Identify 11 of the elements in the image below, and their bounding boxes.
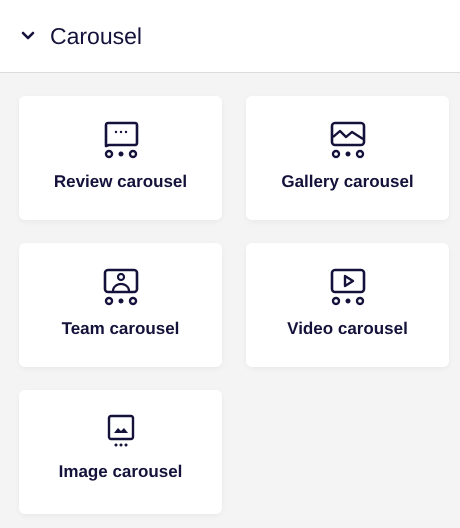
section-header[interactable]: Carousel	[0, 0, 460, 73]
chat-bubble-icon	[102, 120, 140, 160]
carousel-option-card[interactable]: Video carousel	[246, 243, 449, 367]
carousel-option-card[interactable]: Team carousel	[19, 243, 222, 367]
carousel-option-card[interactable]: Image carousel	[19, 390, 222, 514]
landscape-frame-icon	[328, 120, 366, 160]
person-frame-icon	[102, 267, 140, 307]
carousel-option-card[interactable]: Gallery carousel	[246, 96, 449, 220]
chevron-icon	[20, 30, 36, 42]
play-frame-icon	[328, 267, 366, 307]
carousel-option-card[interactable]: Review carousel	[19, 96, 222, 220]
